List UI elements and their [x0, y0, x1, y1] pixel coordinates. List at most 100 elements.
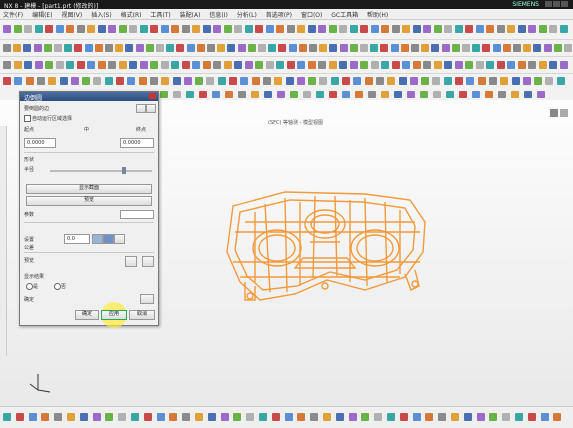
toolbar-button-icon[interactable]	[441, 44, 450, 52]
toolbar-button-icon[interactable]	[139, 61, 148, 69]
toolbar-button-icon[interactable]	[374, 413, 383, 421]
toolbar-button-icon[interactable]	[517, 61, 526, 69]
toolbar-button-icon[interactable]	[3, 61, 11, 69]
toolbar-button-icon[interactable]	[251, 91, 259, 98]
toolbar-button-icon[interactable]	[559, 61, 568, 69]
toolbar-button-icon[interactable]	[545, 77, 554, 85]
toolbar-button-icon[interactable]	[276, 61, 284, 69]
toolbar-button-icon[interactable]	[559, 25, 568, 33]
toolbar-button-icon[interactable]	[129, 25, 137, 33]
toolbar-button-icon[interactable]	[195, 77, 204, 85]
toolbar-button-icon[interactable]	[438, 413, 447, 421]
toolbar-button-icon[interactable]	[13, 61, 22, 69]
toolbar-button-icon[interactable]	[108, 25, 116, 33]
cancel-button[interactable]: 取消	[129, 310, 155, 320]
toolbar-button-icon[interactable]	[76, 25, 85, 33]
toolbar-button-icon[interactable]	[54, 44, 62, 52]
toolbar-button-icon[interactable]	[421, 77, 430, 85]
toolbar-button-icon[interactable]	[23, 44, 32, 52]
toolbar-button-icon[interactable]	[160, 61, 169, 69]
toolbar-button-icon[interactable]	[234, 25, 242, 33]
toolbar-button-icon[interactable]	[70, 77, 79, 85]
toolbar-button-icon[interactable]	[24, 61, 32, 69]
toolbar-button-icon[interactable]	[171, 25, 179, 33]
toolbar-button-icon[interactable]	[517, 25, 526, 33]
toolbar-button-icon[interactable]	[207, 44, 215, 52]
toolbar-button-icon[interactable]	[412, 413, 421, 421]
toolbar-button-icon[interactable]	[125, 44, 134, 52]
parameter-field[interactable]	[120, 210, 154, 219]
toolbar-button-icon[interactable]	[105, 413, 114, 421]
toolbar-button-icon[interactable]	[265, 61, 274, 69]
toolbar-button-icon[interactable]	[286, 25, 295, 33]
toolbar-button-icon[interactable]	[370, 61, 379, 69]
reset-icon[interactable]	[136, 104, 146, 113]
toolbar-button-icon[interactable]	[139, 25, 148, 33]
radio-no[interactable]	[54, 283, 61, 290]
toolbar-button-icon[interactable]	[66, 25, 74, 33]
toolbar-button-icon[interactable]	[41, 413, 50, 421]
toolbar-button-icon[interactable]	[115, 44, 124, 52]
toolbar-button-icon[interactable]	[537, 91, 545, 98]
toolbar-button-icon[interactable]	[34, 25, 43, 33]
toolbar-button-icon[interactable]	[67, 413, 75, 421]
toolbar-button-icon[interactable]	[79, 413, 88, 421]
toolbar-button-icon[interactable]	[227, 44, 236, 52]
toolbar-button-icon[interactable]	[143, 413, 152, 421]
toolbar-button-icon[interactable]	[87, 61, 95, 69]
toolbar-button-icon[interactable]	[465, 61, 473, 69]
toolbar-button-icon[interactable]	[150, 61, 158, 69]
toolbar-button-icon[interactable]	[431, 44, 440, 52]
toolbar-button-icon[interactable]	[360, 61, 368, 69]
toolbar-button-icon[interactable]	[360, 25, 368, 33]
toolbar-button-icon[interactable]	[330, 77, 339, 85]
toolbar-button-icon[interactable]	[411, 44, 419, 52]
end-value-field[interactable]: 0.0000	[120, 138, 154, 148]
toolbar-button-icon[interactable]	[303, 91, 311, 98]
menu-tools[interactable]: 工具(T)	[150, 10, 170, 19]
toolbar-button-icon[interactable]	[451, 44, 460, 52]
toolbar-button-icon[interactable]	[538, 25, 547, 33]
toolbar-button-icon[interactable]	[556, 77, 565, 85]
toolbar-button-icon[interactable]	[400, 44, 409, 52]
toolbar-button-icon[interactable]	[59, 77, 68, 85]
toolbar-button-icon[interactable]	[274, 77, 283, 85]
toolbar-button-icon[interactable]	[482, 44, 491, 52]
toolbar-button-icon[interactable]	[515, 413, 523, 421]
toolbar-button-icon[interactable]	[513, 44, 521, 52]
toolbar-button-icon[interactable]	[82, 77, 91, 85]
toolbar-button-icon[interactable]	[25, 77, 34, 85]
toolbar-button-icon[interactable]	[390, 44, 399, 52]
toolbar-button-icon[interactable]	[412, 25, 421, 33]
toolbar-button-icon[interactable]	[528, 61, 536, 69]
toolbar-button-icon[interactable]	[118, 61, 127, 69]
toolbar-button-icon[interactable]	[309, 44, 317, 52]
toolbar-button-icon[interactable]	[307, 25, 316, 33]
apply-button[interactable]: 应用	[101, 310, 127, 320]
menu-preferences[interactable]: 首选项(P)	[266, 10, 292, 19]
toolbar-button-icon[interactable]	[276, 25, 284, 33]
toolbar-button-icon[interactable]	[364, 77, 373, 85]
toolbar-button-icon[interactable]	[258, 44, 266, 52]
toolbar-button-icon[interactable]	[173, 91, 181, 98]
toolbar-button-icon[interactable]	[476, 413, 485, 421]
toolbar-button-icon[interactable]	[24, 25, 32, 33]
toolbar-button-icon[interactable]	[199, 91, 207, 98]
toolbar-button-icon[interactable]	[361, 413, 370, 421]
toolbar-button-icon[interactable]	[412, 61, 421, 69]
toolbar-button-icon[interactable]	[380, 44, 389, 52]
toolbar-button-icon[interactable]	[93, 77, 102, 85]
toolbar-button-icon[interactable]	[92, 413, 101, 421]
toolbar-button-icon[interactable]	[66, 61, 74, 69]
toolbar-button-icon[interactable]	[446, 91, 454, 98]
toolbar-button-icon[interactable]	[74, 44, 83, 52]
toolbar-button-icon[interactable]	[192, 61, 200, 69]
toolbar-button-icon[interactable]	[64, 44, 73, 52]
toolbar-button-icon[interactable]	[425, 413, 434, 421]
toolbar-button-icon[interactable]	[217, 44, 226, 52]
toolbar-button-icon[interactable]	[183, 77, 192, 85]
toolbar-button-icon[interactable]	[298, 44, 307, 52]
toolbar-button-icon[interactable]	[206, 77, 215, 85]
toolbar-button-icon[interactable]	[402, 61, 410, 69]
menu-info[interactable]: 信息(I)	[209, 10, 227, 19]
